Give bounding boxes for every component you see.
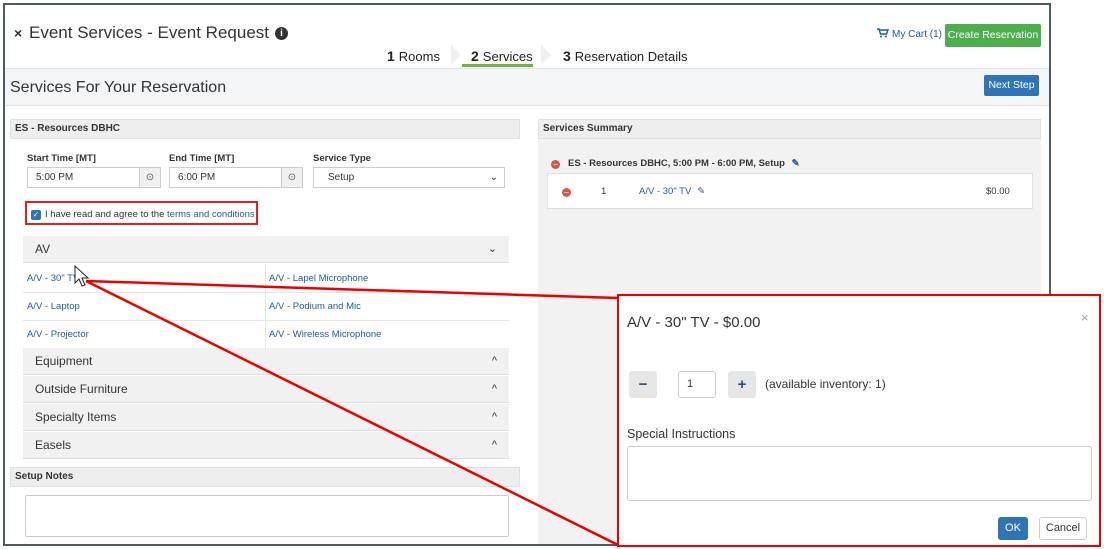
quantity-input[interactable]: 1 xyxy=(678,371,716,398)
availability-text: (available inventory: 1) xyxy=(765,377,886,391)
increase-quantity-button[interactable]: + xyxy=(728,371,756,398)
decrease-quantity-button[interactable]: − xyxy=(629,371,657,398)
callout-line-top xyxy=(85,279,619,300)
cursor-icon xyxy=(74,264,90,287)
special-instructions-input[interactable] xyxy=(627,446,1092,501)
ok-button[interactable]: OK xyxy=(998,517,1028,540)
dialog-title: A/V - 30" TV - $0.00 xyxy=(627,314,761,331)
special-instructions-label: Special Instructions xyxy=(627,427,736,441)
callout-line-bottom xyxy=(85,279,619,547)
item-quantity-dialog: A/V - 30" TV - $0.00 × − 1 + (available … xyxy=(617,294,1101,547)
close-icon[interactable]: × xyxy=(1081,310,1089,325)
cancel-button[interactable]: Cancel xyxy=(1039,517,1087,540)
